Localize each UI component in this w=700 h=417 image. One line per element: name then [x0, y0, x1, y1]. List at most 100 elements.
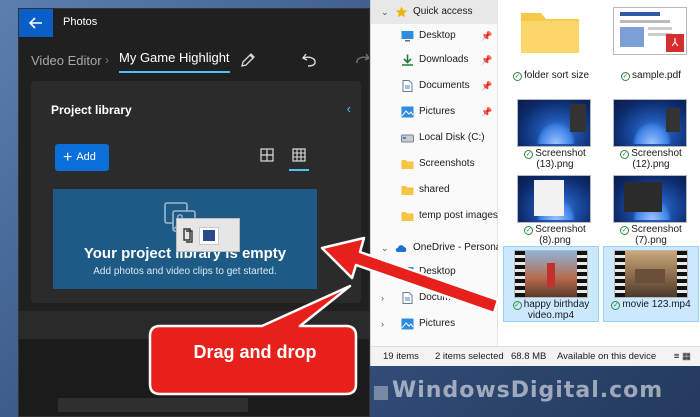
file-name: folder sort size: [523, 70, 590, 81]
file-name: movie 123.mp4: [622, 299, 691, 310]
watermark-logo-icon: [374, 386, 388, 400]
document-icon: [402, 80, 413, 92]
file-screenshot-12[interactable]: ✓ Screenshot (12).png: [603, 96, 699, 172]
nav-label: Quick access: [413, 6, 473, 17]
nav-item-onedrive-desktop[interactable]: › Desktop: [371, 260, 498, 284]
plus-icon: +: [63, 149, 73, 166]
pin-icon: 📌: [481, 81, 493, 91]
folder-icon: [401, 212, 414, 221]
status-selection: 2 items selected: [435, 351, 504, 362]
nav-label: Documents: [419, 292, 470, 303]
small-grid-view-icon[interactable]: [291, 147, 307, 163]
nav-item-desktop[interactable]: Desktop 📌: [371, 24, 498, 48]
file-sample-pdf[interactable]: ⅄ ✓ sample.pdf: [603, 4, 699, 81]
document-icon: [402, 292, 413, 304]
file-list: ✓ folder sort size ⅄ ✓ sample.pdf ✓ Screens…: [499, 0, 700, 346]
project-title[interactable]: My Game Highlight: [119, 50, 230, 73]
view-mode-icon[interactable]: ≡ ▦: [674, 347, 691, 366]
image-thumbnail: [517, 175, 591, 223]
nav-item-documents[interactable]: Documents 📌: [371, 74, 498, 98]
file-name: sample.pdf: [632, 70, 681, 81]
video-thumbnail: [514, 250, 588, 298]
file-folder-sort-size[interactable]: ✓ folder sort size: [503, 4, 599, 81]
editor-nav-bar: Video Editor › My Game Highlight: [19, 37, 369, 81]
nav-item-screenshots[interactable]: Screenshots: [371, 152, 498, 176]
nav-item-pictures[interactable]: Pictures 📌: [371, 100, 498, 124]
nav-item-onedrive-pictures[interactable]: › Pictures: [371, 312, 498, 336]
image-thumbnail: [613, 175, 687, 223]
file-movie-123[interactable]: ✓ movie 123.mp4: [603, 246, 699, 322]
pin-icon: 📌: [481, 55, 493, 65]
chevron-right-icon: ›: [381, 293, 384, 303]
nav-label: Screenshots: [419, 158, 475, 169]
redo-icon[interactable]: [353, 51, 370, 69]
panel-title: Project library: [51, 103, 132, 117]
nav-item-onedrive[interactable]: ⌄ OneDrive - Personal: [371, 236, 498, 260]
photos-title-bar: Photos: [19, 9, 369, 37]
file-happy-birthday-video[interactable]: ✓ happy birthday video.mp4: [503, 246, 599, 322]
nav-label: Pictures: [419, 318, 456, 329]
back-button[interactable]: [19, 9, 53, 37]
nav-label: Desktop: [419, 266, 456, 277]
undo-icon[interactable]: [301, 51, 319, 69]
folder-icon: [401, 160, 414, 169]
sync-check-icon: ✓: [611, 301, 621, 310]
nav-item-downloads[interactable]: Downloads 📌: [371, 48, 498, 72]
navigation-pane: ⌄ Quick access Desktop 📌 Downloads 📌 Doc…: [371, 0, 498, 346]
nav-item-onedrive-documents[interactable]: › Documents: [371, 286, 498, 310]
sync-check-icon: ✓: [621, 72, 631, 81]
pictures-icon: [401, 318, 414, 330]
file-screenshot-8[interactable]: ✓ Screenshot (8).png: [507, 172, 603, 248]
chevron-right-icon: ›: [381, 319, 384, 329]
nav-item-quick-access[interactable]: ⌄ Quick access: [371, 0, 498, 24]
files-stack-icon: [183, 228, 193, 243]
breadcrumb-video-editor[interactable]: Video Editor: [31, 53, 102, 68]
chevron-left-icon[interactable]: ‹: [347, 101, 351, 116]
pin-icon: 📌: [481, 107, 493, 117]
folder-icon: [401, 186, 414, 195]
pdf-icon: ⅄: [666, 34, 684, 52]
storyboard-item: [58, 398, 248, 412]
preview-toolbar: [19, 311, 369, 339]
nav-label: Desktop: [419, 30, 456, 41]
file-name: Screenshot (7).png: [631, 224, 682, 246]
file-screenshot-7[interactable]: ✓ Screenshot (7).png: [603, 172, 699, 248]
pencil-icon[interactable]: [239, 51, 257, 69]
nav-label: Downloads: [419, 54, 469, 65]
file-name: Screenshot (13).png: [535, 148, 586, 170]
status-bar: 19 items 2 items selected 68.8 MB Availa…: [371, 346, 700, 366]
desktop-icon: [401, 31, 414, 42]
watermark: WindowsDigital.com: [392, 378, 664, 403]
download-icon: [402, 54, 413, 66]
drive-icon: [401, 134, 414, 143]
status-size: 68.8 MB: [511, 351, 547, 362]
file-screenshot-13[interactable]: ✓ Screenshot (13).png: [507, 96, 603, 172]
large-grid-view-icon[interactable]: [259, 147, 275, 163]
app-name: Photos: [63, 16, 98, 28]
pictures-icon: [401, 106, 414, 118]
cloud-icon: [395, 245, 407, 252]
nav-label: OneDrive - Personal: [413, 242, 498, 253]
nav-item-temp-post-images[interactable]: temp post images: [371, 204, 498, 228]
sync-check-icon: ✓: [620, 150, 630, 159]
sync-check-icon: ✓: [512, 301, 522, 310]
nav-item-shared[interactable]: shared: [371, 178, 498, 202]
drag-thumbnail-corner: [203, 230, 215, 241]
nav-label: Local Disk (C:): [419, 132, 485, 143]
add-button-label: Add: [76, 151, 96, 163]
sync-check-icon: ✓: [524, 150, 534, 159]
pin-icon: 📌: [481, 31, 493, 41]
folder-icon: [521, 13, 579, 53]
sync-check-icon: ✓: [524, 226, 534, 235]
desktop-icon: [401, 267, 414, 278]
add-button[interactable]: + Add: [55, 144, 109, 171]
back-arrow-icon: [28, 17, 42, 29]
nav-item-local-disk[interactable]: Local Disk (C:): [371, 126, 498, 150]
file-name: Screenshot (8).png: [535, 224, 586, 246]
sync-check-icon: ✓: [620, 226, 630, 235]
file-name: happy birthday video.mp4: [523, 299, 590, 321]
nav-label: shared: [419, 184, 450, 195]
status-item-count: 19 items: [383, 351, 419, 362]
image-thumbnail: [517, 99, 591, 147]
file-name: Screenshot (12).png: [631, 148, 682, 170]
